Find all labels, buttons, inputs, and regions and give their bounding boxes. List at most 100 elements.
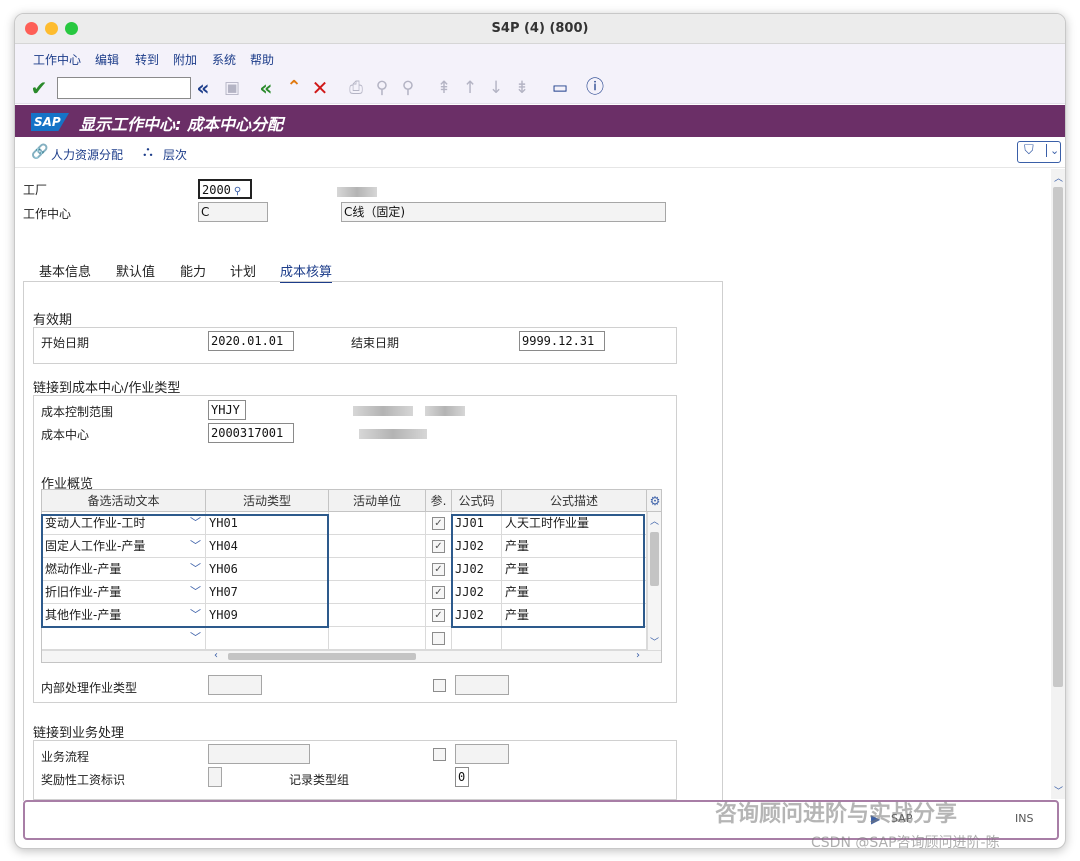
search-help-icon[interactable]: ⚲: [231, 186, 241, 197]
col-activity-type[interactable]: 活动类型: [206, 490, 329, 512]
row-reference-cell: ✓: [426, 535, 452, 558]
row-activity-unit-cell[interactable]: [329, 535, 426, 558]
back-icon[interactable]: «: [193, 76, 213, 100]
main-vertical-scrollbar[interactable]: ︿ ﹀: [1051, 169, 1065, 799]
col-formula-desc[interactable]: 公式描述: [502, 490, 647, 512]
chevron-down-icon[interactable]: ﹀: [190, 627, 201, 649]
reference-checkbox[interactable]: [432, 632, 445, 645]
record-type-group-field[interactable]: 0: [455, 767, 469, 787]
row-activity-unit-cell[interactable]: [329, 558, 426, 581]
row-reference-cell: ✓: [426, 558, 452, 581]
scroll-right-icon[interactable]: ›: [636, 650, 640, 661]
find-icon[interactable]: ⚲: [371, 76, 393, 100]
business-process-label: 业务流程: [41, 750, 90, 764]
window-title: S4P (4) (800): [491, 21, 589, 36]
table-header: 备选活动文本 活动类型 活动单位 参. 公式码 公式描述 ⚙: [42, 490, 661, 512]
scroll-left-icon[interactable]: ‹: [214, 650, 218, 661]
reference-checkbox[interactable]: ✓: [432, 609, 445, 622]
find-next-icon[interactable]: ⚲: [397, 76, 419, 100]
col-activity-unit[interactable]: 活动单位: [329, 490, 426, 512]
row-alt-text-cell[interactable]: ﹀: [42, 627, 206, 650]
reference-checkbox[interactable]: ✓: [432, 517, 445, 530]
col-formula-key[interactable]: 公式码: [452, 490, 502, 512]
row-reference-cell: ✓: [426, 581, 452, 604]
row-activity-unit-cell[interactable]: [329, 604, 426, 627]
col-reference[interactable]: 参.: [426, 490, 452, 512]
layout-icon[interactable]: ▭: [549, 76, 571, 100]
tab-default-values[interactable]: 默认值: [116, 261, 155, 280]
business-process-formula-field[interactable]: [455, 744, 509, 764]
workcenter-description-field[interactable]: C线（固定): [341, 202, 666, 222]
reference-checkbox[interactable]: ✓: [432, 540, 445, 553]
table-horizontal-scrollbar[interactable]: ‹ ›: [42, 650, 661, 662]
row-activity-unit-cell[interactable]: [329, 512, 426, 535]
hr-assignment-button[interactable]: 人力资源分配: [51, 146, 123, 163]
table-vertical-scrollbar[interactable]: ︿ ﹀: [647, 512, 661, 652]
help-icon[interactable]: ⓘ: [583, 76, 607, 100]
save-icon[interactable]: ▣: [221, 76, 243, 100]
tab-costing[interactable]: 成本核算: [280, 261, 333, 283]
main-scroll-down-icon[interactable]: ﹀: [1054, 784, 1063, 797]
workcenter-field[interactable]: C: [198, 202, 268, 222]
menu-goto[interactable]: 转到: [135, 51, 159, 68]
row-formula-desc-cell: [502, 627, 647, 650]
reference-checkbox[interactable]: ✓: [432, 586, 445, 599]
row-formula-key-cell[interactable]: [452, 627, 502, 650]
cancel-icon[interactable]: ✕: [309, 76, 331, 100]
prev-page-icon[interactable]: ↑: [459, 76, 481, 100]
up-icon[interactable]: ⌃: [283, 76, 305, 100]
plant-description-blurred: [337, 187, 377, 197]
row-activity-type-cell[interactable]: [206, 627, 329, 650]
highlight-box-activities: [41, 514, 329, 628]
menu-edit[interactable]: 编辑: [95, 51, 119, 68]
menu-extras[interactable]: 附加: [173, 51, 197, 68]
internal-activity-label: 内部处理作业类型: [41, 681, 138, 695]
scroll-up-icon[interactable]: ︿: [650, 514, 659, 527]
last-page-icon[interactable]: ⇟: [511, 76, 533, 100]
end-date-field[interactable]: 9999.12.31: [519, 331, 605, 351]
cost-center-field[interactable]: 2000317001: [208, 423, 294, 443]
internal-activity-formula-field[interactable]: [455, 675, 509, 695]
business-process-checkbox[interactable]: [433, 748, 446, 761]
first-page-icon[interactable]: ⇞: [433, 76, 455, 100]
row-activity-unit-cell[interactable]: [329, 627, 426, 650]
main-vscroll-thumb[interactable]: [1053, 187, 1063, 687]
menu-system[interactable]: 系统: [212, 51, 236, 68]
check-icon[interactable]: ✔: [27, 76, 51, 100]
start-date-field[interactable]: 2020.01.01: [208, 331, 294, 351]
controlling-area-field[interactable]: YHJY: [208, 400, 246, 420]
hierarchy-button[interactable]: 层次: [163, 146, 187, 163]
scroll-down-icon[interactable]: ﹀: [650, 635, 659, 648]
tab-basic-data[interactable]: 基本信息: [39, 261, 91, 280]
exit-icon[interactable]: «: [255, 76, 277, 100]
business-process-group: [33, 740, 677, 800]
menu-work-center[interactable]: 工作中心: [33, 51, 81, 68]
next-page-icon[interactable]: ↓: [485, 76, 507, 100]
incentive-wage-field[interactable]: [208, 767, 222, 787]
menu-help[interactable]: 帮助: [250, 51, 274, 68]
tab-scheduling[interactable]: 计划: [230, 261, 256, 280]
print-icon[interactable]: ⎙: [345, 76, 367, 100]
row-reference-cell: [426, 627, 452, 650]
table-vscroll-thumb[interactable]: [650, 532, 659, 586]
business-process-field[interactable]: [208, 744, 310, 764]
table-row: ﹀: [42, 627, 661, 650]
reference-checkbox[interactable]: ✓: [432, 563, 445, 576]
sap-window: S4P (4) (800) 工作中心 编辑 转到 附加 系统 帮助 ✔ « ▣ …: [14, 13, 1066, 849]
plant-value: 2000: [202, 183, 231, 197]
gui-settings-button[interactable]: ⛉ ⌄: [1017, 141, 1061, 163]
main-scroll-up-icon[interactable]: ︿: [1054, 171, 1063, 184]
row-activity-unit-cell[interactable]: [329, 581, 426, 604]
insert-mode[interactable]: INS: [1015, 812, 1033, 825]
col-alt-text[interactable]: 备选活动文本: [42, 490, 206, 512]
command-field[interactable]: [57, 77, 191, 99]
internal-activity-checkbox[interactable]: [433, 679, 446, 692]
plant-field[interactable]: 2000 ⚲: [198, 179, 252, 199]
menu-bar: 工作中心 编辑 转到 附加 系统 帮助: [15, 44, 1065, 72]
highlight-box-formulas: [451, 514, 645, 628]
application-title-bar: SAP 显示工作中心: 成本中心分配: [15, 105, 1065, 137]
table-hscroll-thumb[interactable]: [228, 653, 416, 660]
internal-activity-field[interactable]: [208, 675, 262, 695]
table-settings-icon[interactable]: ⚙: [647, 490, 661, 512]
tab-capacity[interactable]: 能力: [180, 261, 206, 280]
